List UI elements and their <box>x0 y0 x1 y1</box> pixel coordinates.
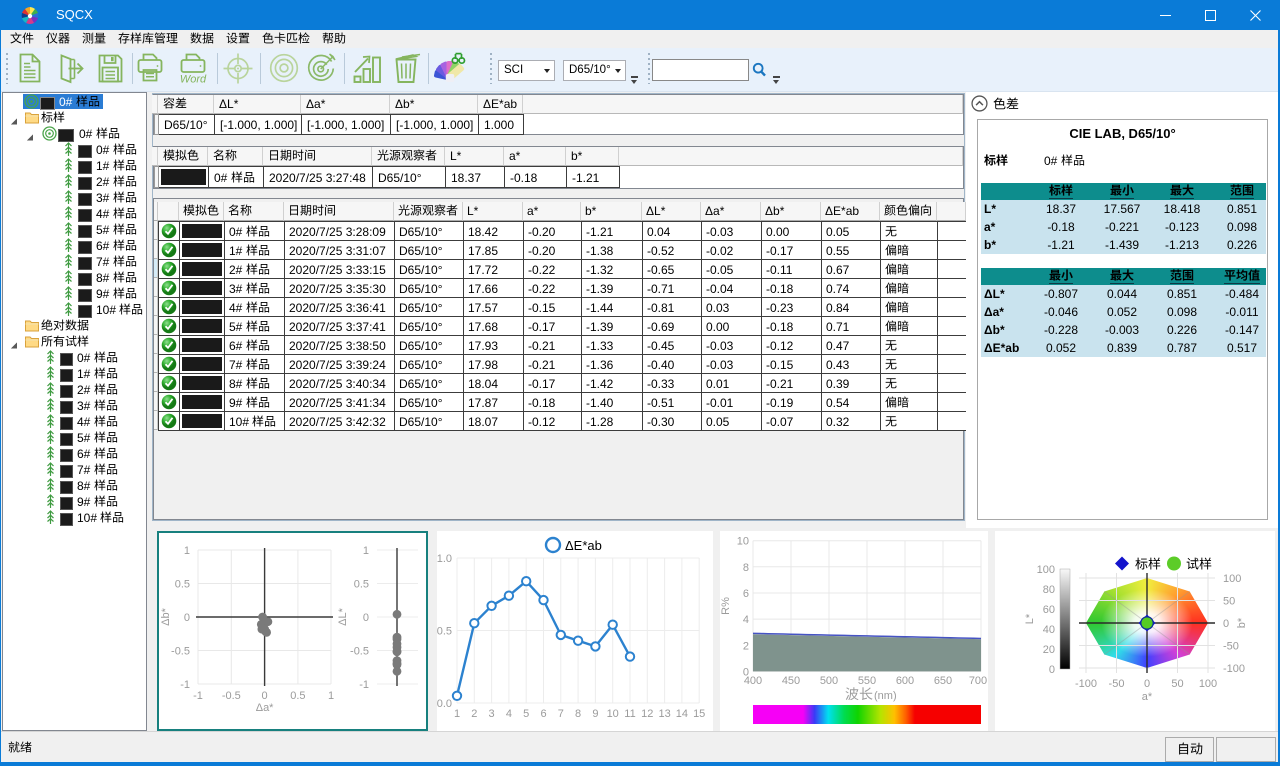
svg-text:5: 5 <box>523 708 529 720</box>
svg-text:6: 6 <box>743 588 749 600</box>
svg-text:1: 1 <box>328 690 334 702</box>
svg-text:15: 15 <box>693 708 705 720</box>
svg-text:12: 12 <box>641 708 653 720</box>
svg-text:-0.5: -0.5 <box>171 646 190 658</box>
svg-text:4: 4 <box>506 708 512 720</box>
svg-text:0: 0 <box>1144 678 1150 690</box>
svg-text:100: 100 <box>1199 678 1217 690</box>
svg-text:8: 8 <box>575 708 581 720</box>
svg-text:2: 2 <box>743 640 749 652</box>
svg-text:100: 100 <box>1223 573 1241 585</box>
svg-text:550: 550 <box>858 675 876 687</box>
svg-text:b*: b* <box>1236 617 1248 628</box>
svg-text:0.0: 0.0 <box>437 698 452 710</box>
svg-text:R%: R% <box>720 597 732 615</box>
svg-text:-50: -50 <box>1109 678 1125 690</box>
svg-text:-0.5: -0.5 <box>350 646 369 658</box>
svg-text:1: 1 <box>363 545 369 557</box>
svg-text:Δb*: Δb* <box>160 607 172 625</box>
svg-text:a*: a* <box>1142 691 1153 703</box>
svg-text:3: 3 <box>489 708 495 720</box>
svg-text:-0.5: -0.5 <box>222 690 241 702</box>
svg-text:1.0: 1.0 <box>437 553 452 565</box>
svg-text:-100: -100 <box>1075 678 1097 690</box>
svg-text:ΔE*ab: ΔE*ab <box>565 538 602 553</box>
svg-text:0: 0 <box>363 612 369 624</box>
svg-text:2: 2 <box>471 708 477 720</box>
svg-text:0: 0 <box>1223 618 1229 630</box>
svg-text:7: 7 <box>558 708 564 720</box>
svg-text:50: 50 <box>1171 678 1183 690</box>
svg-text:50: 50 <box>1223 596 1235 608</box>
svg-text:400: 400 <box>744 675 762 687</box>
svg-text:0.5: 0.5 <box>437 626 452 638</box>
svg-text:-50: -50 <box>1223 641 1239 653</box>
svg-text:8: 8 <box>743 562 749 574</box>
svg-text:1: 1 <box>184 545 190 557</box>
svg-text:-1: -1 <box>359 679 369 691</box>
svg-text:0: 0 <box>262 690 268 702</box>
svg-text:11: 11 <box>624 708 635 720</box>
svg-text:-1: -1 <box>180 679 190 691</box>
svg-text:L*: L* <box>1024 613 1036 624</box>
svg-text:650: 650 <box>934 675 952 687</box>
svg-text:0.5: 0.5 <box>290 690 305 702</box>
svg-text:10: 10 <box>737 536 749 548</box>
svg-text:0: 0 <box>184 612 190 624</box>
svg-text:-100: -100 <box>1223 663 1245 675</box>
svg-text:20: 20 <box>1043 644 1055 656</box>
svg-text:0.5: 0.5 <box>354 579 369 591</box>
svg-text:60: 60 <box>1043 604 1055 616</box>
svg-text:14: 14 <box>676 708 688 720</box>
svg-text:1: 1 <box>454 708 460 720</box>
svg-text:80: 80 <box>1043 584 1055 596</box>
svg-text:0.5: 0.5 <box>175 579 190 591</box>
svg-text:600: 600 <box>896 675 914 687</box>
svg-text:-1: -1 <box>193 690 203 702</box>
svg-text:9: 9 <box>592 708 598 720</box>
svg-text:4: 4 <box>743 614 749 626</box>
svg-text:(nm): (nm) <box>874 690 897 702</box>
svg-text:Word: Word <box>180 74 207 86</box>
svg-text:700: 700 <box>969 675 987 687</box>
svg-text:450: 450 <box>782 675 800 687</box>
svg-text:13: 13 <box>658 708 670 720</box>
svg-text:Δa*: Δa* <box>256 702 274 714</box>
svg-text:10: 10 <box>607 708 619 720</box>
svg-text:500: 500 <box>820 675 838 687</box>
svg-text:0: 0 <box>1049 664 1055 676</box>
svg-text:6: 6 <box>540 708 546 720</box>
svg-text:ΔL*: ΔL* <box>337 607 349 625</box>
svg-text:40: 40 <box>1043 624 1055 636</box>
svg-text:100: 100 <box>1037 564 1055 576</box>
